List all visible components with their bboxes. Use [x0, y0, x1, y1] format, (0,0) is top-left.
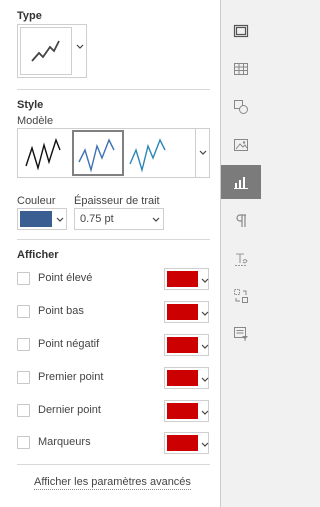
sidebar-slicer[interactable]	[221, 317, 261, 351]
right-sidebar	[221, 0, 261, 507]
sidebar-text-art[interactable]	[221, 242, 261, 276]
line-width-label: Épaisseur de trait	[74, 195, 160, 207]
line-color-picker[interactable]	[17, 208, 67, 230]
sidebar-spreadsheet[interactable]	[221, 52, 261, 86]
style-option-teal[interactable]	[126, 130, 178, 176]
show-option-label: Point bas	[38, 305, 84, 317]
show-option-checkbox[interactable]	[17, 371, 30, 384]
sparkline-type-preview	[20, 27, 72, 75]
style-section-title: Style	[17, 99, 44, 111]
line-sparkline-icon	[31, 40, 60, 62]
sidebar-paragraph[interactable]	[221, 204, 261, 238]
table-settings-icon	[233, 24, 249, 38]
divider	[17, 464, 210, 465]
show-option-color-picker[interactable]	[164, 400, 209, 422]
chevron-down-icon	[199, 150, 207, 155]
sparkline-blue-icon	[78, 138, 115, 173]
color-swatch	[167, 271, 198, 287]
show-option-checkbox[interactable]	[17, 338, 30, 351]
paragraph-icon	[236, 214, 246, 227]
sparkline-settings-panel: Type Style Modèle Couleur Épaisseur de t…	[0, 0, 221, 507]
sparkline-teal-icon	[129, 138, 166, 173]
sidebar-pivot-table[interactable]	[221, 279, 261, 313]
color-swatch	[167, 370, 198, 386]
divider	[17, 239, 210, 240]
style-picker-expand-button[interactable]	[195, 129, 209, 177]
color-swatch	[167, 403, 198, 419]
show-option-color-picker[interactable]	[164, 301, 209, 323]
shape-icon	[234, 100, 248, 114]
type-section-title: Type	[17, 10, 42, 22]
show-option-row: Point bas	[17, 301, 210, 323]
show-option-color-picker[interactable]	[164, 268, 209, 290]
chevron-down-icon	[76, 44, 84, 49]
show-option-row: Premier point	[17, 367, 210, 389]
image-icon	[234, 139, 248, 151]
show-option-label: Dernier point	[38, 404, 101, 416]
style-option-black[interactable]	[19, 130, 71, 176]
color-swatch	[20, 211, 52, 227]
show-option-checkbox[interactable]	[17, 272, 30, 285]
color-swatch	[167, 337, 198, 353]
chevron-down-icon	[56, 217, 64, 222]
style-option-blue-selected[interactable]	[72, 130, 124, 176]
show-option-row: Point élevé	[17, 268, 210, 290]
show-option-checkbox[interactable]	[17, 436, 30, 449]
spreadsheet-icon	[234, 63, 248, 75]
color-swatch	[167, 304, 198, 320]
sidebar-table-settings[interactable]	[221, 14, 261, 48]
show-option-checkbox[interactable]	[17, 404, 30, 417]
advanced-settings-link[interactable]: Afficher les paramètres avancés	[34, 476, 191, 490]
line-width-select[interactable]: 0.75 pt	[74, 208, 164, 230]
text-art-icon	[235, 253, 248, 266]
chevron-down-icon	[201, 311, 209, 316]
show-option-row: Marqueurs	[17, 432, 210, 454]
sidebar-image[interactable]	[221, 128, 261, 162]
show-option-label: Point élevé	[38, 272, 93, 284]
show-option-label: Marqueurs	[38, 436, 91, 448]
sparkline-type-dropdown[interactable]	[17, 24, 87, 78]
color-label: Couleur	[17, 195, 56, 207]
chart-icon	[234, 177, 248, 189]
show-option-row: Point négatif	[17, 334, 210, 356]
chevron-down-icon	[201, 410, 209, 415]
show-option-checkbox[interactable]	[17, 305, 30, 318]
sparkline-style-picker[interactable]	[17, 128, 210, 178]
sidebar-shape[interactable]	[221, 90, 261, 124]
color-swatch	[167, 435, 198, 451]
show-option-color-picker[interactable]	[164, 432, 209, 454]
show-option-row: Dernier point	[17, 400, 210, 422]
pivot-table-icon	[234, 289, 248, 303]
chevron-down-icon	[201, 442, 209, 447]
show-option-label: Premier point	[38, 371, 104, 383]
chevron-down-icon	[152, 217, 160, 222]
chevron-down-icon	[201, 377, 209, 382]
chevron-down-icon	[201, 344, 209, 349]
show-option-color-picker[interactable]	[164, 334, 209, 356]
sparkline-black-icon	[25, 137, 61, 171]
chevron-down-icon	[201, 278, 209, 283]
model-label: Modèle	[17, 115, 54, 127]
sidebar-chart[interactable]	[221, 165, 261, 199]
show-option-color-picker[interactable]	[164, 367, 209, 389]
slicer-icon	[234, 327, 248, 341]
divider	[17, 89, 210, 90]
show-option-label: Point négatif	[38, 338, 100, 350]
show-section-title: Afficher	[17, 249, 59, 261]
line-width-value: 0.75 pt	[80, 213, 114, 225]
